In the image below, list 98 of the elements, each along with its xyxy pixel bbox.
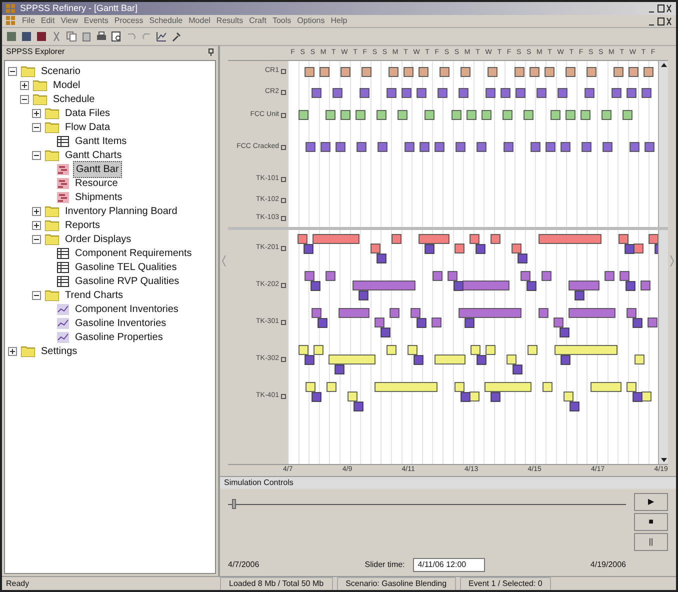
start-date: 4/7/2006 <box>228 559 260 571</box>
collapse-icon[interactable] <box>32 234 41 244</box>
scroll-down-icon[interactable] <box>660 458 666 462</box>
window-controls-icon[interactable] <box>648 4 672 13</box>
window-controls-icon[interactable] <box>648 16 672 26</box>
menu-item[interactable]: Events <box>84 15 108 27</box>
tree-item[interactable]: Trend Charts <box>63 288 125 302</box>
tree-item[interactable]: Settings <box>39 344 80 358</box>
expand-icon[interactable] <box>8 346 17 356</box>
gantt-icon <box>57 178 69 188</box>
tree-item[interactable]: Flow Data <box>63 120 112 134</box>
tree-item[interactable]: Component Requirements <box>73 246 194 260</box>
tree-item[interactable]: Shipments <box>73 190 124 204</box>
collapse-icon[interactable] <box>32 290 41 300</box>
table-icon <box>57 276 69 286</box>
folder-icon <box>33 80 47 90</box>
expand-icon[interactable] <box>32 108 41 118</box>
trend-chart-icon <box>57 332 69 342</box>
toolbar-icon[interactable] <box>21 31 32 42</box>
panel-title: Simulation Controls <box>224 477 294 489</box>
status-text: Loaded 8 Mb / Total 50 Mb <box>220 576 333 590</box>
gantt-icon <box>57 164 69 174</box>
window-title: SPPSS Refinery - [Gantt Bar] <box>20 2 138 15</box>
copy-icon[interactable] <box>66 31 77 42</box>
folder-icon <box>21 346 35 356</box>
playback-button[interactable]: ■ <box>634 513 668 531</box>
menu-item[interactable]: View <box>60 15 78 27</box>
collapse-icon[interactable] <box>32 150 41 160</box>
expand-icon[interactable] <box>20 80 29 90</box>
panel-title: SPPSS Explorer <box>6 46 65 58</box>
folder-icon <box>45 108 59 118</box>
playback-button[interactable]: ▶ <box>634 493 668 511</box>
tree-item[interactable]: Gasoline Inventories <box>73 316 168 330</box>
folder-icon <box>45 122 59 132</box>
scroll-up-icon[interactable] <box>660 63 666 67</box>
menu-item[interactable]: Help <box>330 15 348 27</box>
folder-icon <box>45 290 59 300</box>
tree-item[interactable]: Gasoline Properties <box>73 330 165 344</box>
trend-chart-icon <box>57 318 69 328</box>
status-text: Event 1 / Selected: 0 <box>460 576 552 590</box>
menu-item[interactable]: Results <box>216 15 244 27</box>
toolbar-icon[interactable] <box>36 31 47 42</box>
menu-item[interactable]: Options <box>297 15 325 27</box>
pin-icon[interactable] <box>208 48 214 56</box>
slider-thumb[interactable] <box>232 499 236 509</box>
expand-icon[interactable] <box>32 206 41 216</box>
tree-item[interactable]: Schedule <box>51 92 97 106</box>
tree-item[interactable]: Gantt Bar <box>73 160 122 178</box>
end-date: 4/19/2006 <box>590 559 626 571</box>
status-text: Ready <box>6 578 30 590</box>
collapse-icon[interactable] <box>20 94 29 104</box>
folder-icon <box>21 66 35 76</box>
gantt-icon <box>57 192 69 202</box>
tree-item[interactable]: Inventory Planning Board <box>63 204 180 218</box>
tree-item[interactable]: Scenario <box>39 64 82 78</box>
folder-icon <box>33 94 47 104</box>
collapse-icon[interactable] <box>32 122 41 132</box>
print-icon[interactable] <box>96 31 107 42</box>
table-icon <box>57 262 69 272</box>
tree-item[interactable]: Gantt Charts <box>63 148 124 162</box>
tree-item[interactable]: Resource <box>73 176 120 190</box>
collapse-icon[interactable] <box>8 66 17 76</box>
menu-item[interactable]: Edit <box>40 15 55 27</box>
menu-item[interactable]: File <box>22 15 35 27</box>
toolbar-icon[interactable] <box>6 31 17 42</box>
tree-item[interactable]: Gasoline RVP Qualities <box>73 274 182 288</box>
expand-icon[interactable] <box>32 220 41 230</box>
tree-item[interactable]: Order Displays <box>63 232 134 246</box>
menu-item[interactable]: Process <box>114 15 144 27</box>
trend-chart-icon <box>57 304 69 314</box>
tree-item[interactable]: Reports <box>63 218 102 232</box>
slider-time-label: Slider time: <box>364 559 405 571</box>
tree-item[interactable]: Model <box>51 78 82 92</box>
menu-item[interactable]: Craft <box>249 15 266 27</box>
table-icon <box>57 248 69 258</box>
paste-icon[interactable] <box>81 31 92 42</box>
menu-item[interactable]: Schedule <box>149 15 183 27</box>
tree-item[interactable]: Component Inventories <box>73 302 180 316</box>
menu-item[interactable]: Tools <box>272 15 292 27</box>
menu-item[interactable]: Model <box>188 15 210 27</box>
table-icon <box>57 136 69 146</box>
tool-icon[interactable] <box>171 31 182 42</box>
chart-icon[interactable] <box>156 31 167 42</box>
slider-track[interactable] <box>228 499 626 509</box>
app-icon <box>6 16 16 26</box>
tree-item[interactable]: Data Files <box>63 106 112 120</box>
folder-icon <box>45 206 59 216</box>
folder-icon <box>45 220 59 230</box>
slider-time-field[interactable]: 4/11/06 12:00 <box>412 558 485 572</box>
print-preview-icon[interactable] <box>111 31 122 42</box>
tree-item[interactable]: Gantt Items <box>73 134 129 148</box>
app-icon <box>6 4 16 14</box>
tree-item[interactable]: Gasoline TEL Qualities <box>73 260 179 274</box>
playback-button[interactable]: || <box>634 533 668 551</box>
folder-icon <box>45 234 59 244</box>
status-text: Scenario: Gasoline Blending <box>336 576 456 590</box>
folder-icon <box>45 150 59 160</box>
cut-icon[interactable] <box>51 31 62 42</box>
